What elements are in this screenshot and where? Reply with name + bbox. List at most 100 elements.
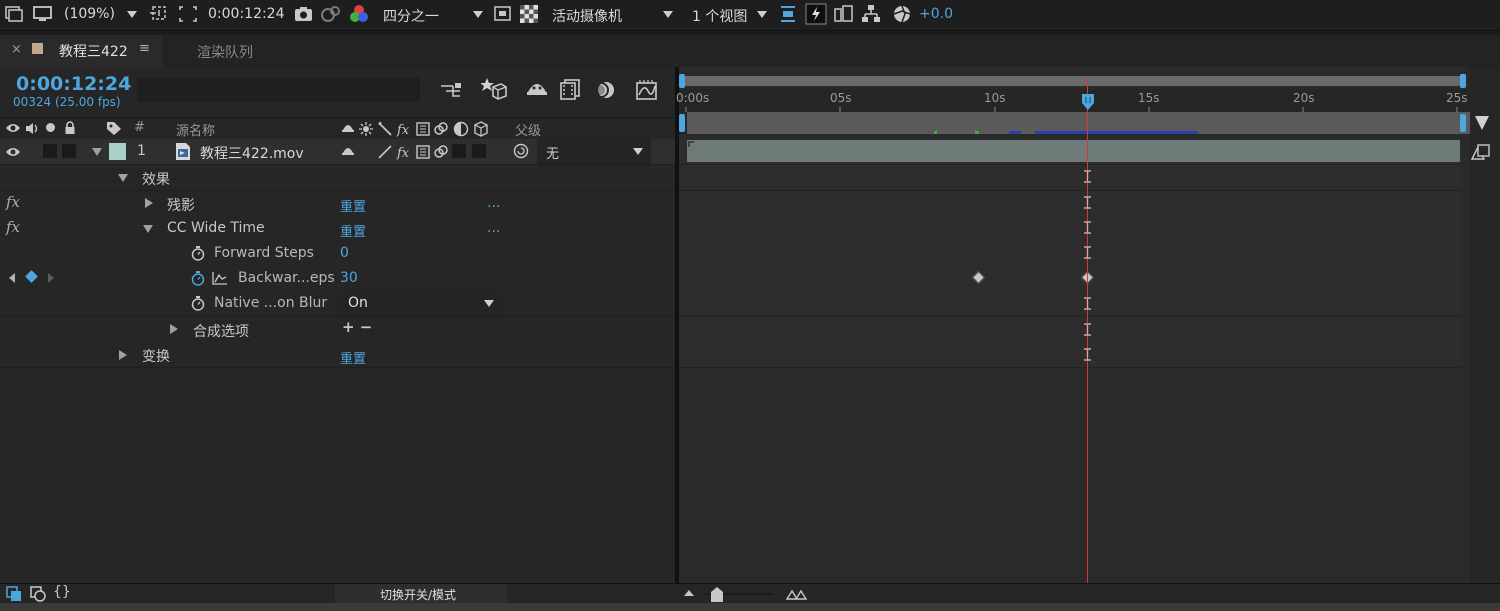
layer-switches-icons[interactable]: fx — [341, 143, 491, 160]
stopwatch-active-icon[interactable] — [191, 271, 205, 286]
draft-3d-icon[interactable] — [481, 77, 507, 101]
native-motion-blur-select[interactable]: On — [338, 291, 502, 316]
monitor-icon[interactable] — [33, 6, 53, 22]
keyframe-marker[interactable] — [972, 271, 985, 284]
flowchart-icon[interactable] — [861, 4, 881, 24]
audio-speaker-icon[interactable] — [25, 122, 41, 135]
fast-draft-icon[interactable] — [805, 3, 827, 25]
snapshot-camera-icon[interactable] — [294, 6, 314, 22]
layer-name[interactable]: 教程三422.mov — [200, 143, 304, 163]
transform-expand-icon[interactable] — [119, 350, 127, 360]
effect-row-echo[interactable]: fx 残影 重置 ... — [0, 191, 675, 217]
time-navigator[interactable] — [679, 74, 1470, 89]
effects-expand-icon[interactable] — [118, 174, 128, 182]
work-area-start-handle[interactable] — [679, 114, 685, 132]
zoom-level[interactable]: (109%) — [64, 6, 115, 22]
forward-steps-value[interactable]: 0 — [340, 245, 349, 261]
resolution-dropdown-icon[interactable] — [473, 11, 483, 18]
pick-whip-icon[interactable] — [513, 143, 529, 159]
layer-row[interactable]: 1 教程三422.mov fx 无 — [0, 139, 675, 165]
frame-blending-icon[interactable] — [560, 79, 582, 101]
checkerboard-icon[interactable] — [520, 5, 538, 23]
backward-steps-value[interactable]: 30 — [340, 270, 358, 286]
timeline-zoom-slider-thumb[interactable] — [710, 587, 724, 603]
camera-dropdown-icon[interactable] — [663, 11, 673, 18]
layer-solo-switch[interactable] — [43, 144, 57, 158]
graph-editor-icon[interactable] — [636, 79, 658, 101]
zoom-dropdown-icon[interactable] — [127, 11, 137, 18]
lock-icon[interactable] — [64, 121, 76, 135]
toggle-switches-modes-button[interactable]: 切换开关/模式 — [335, 584, 507, 604]
time-ruler[interactable]: 0:00s 05s 10s 15s 20s 25s — [676, 89, 1470, 113]
current-time-indicator-handle-icon[interactable] — [1081, 93, 1095, 111]
composite-options-expand-icon[interactable] — [170, 324, 178, 334]
native-motion-blur-dropdown-icon[interactable] — [484, 300, 494, 307]
comp-mini-flowchart-icon[interactable] — [440, 81, 462, 99]
effect-echo-more-link[interactable]: ... — [487, 195, 500, 211]
stopwatch-icon[interactable] — [191, 246, 205, 261]
timeline-scroll-strip[interactable] — [1470, 67, 1500, 583]
add-keyframe-icon[interactable] — [25, 270, 38, 283]
transparency-grid-icon[interactable] — [178, 5, 198, 23]
effect-echo-expand-icon[interactable] — [145, 198, 153, 208]
effect-echo-reset-link[interactable]: 重置 — [340, 196, 366, 215]
navigator-end-handle[interactable] — [1460, 74, 1466, 88]
exposure-reset-icon[interactable] — [892, 4, 912, 24]
view-layout-dropdown-icon[interactable] — [757, 11, 767, 18]
shy-layers-icon[interactable] — [526, 80, 548, 100]
tab-composition[interactable]: × 教程三422 ≡ — [0, 35, 162, 67]
layer-lock-switch[interactable] — [62, 144, 76, 158]
layer-color-label[interactable] — [109, 143, 126, 160]
effects-group-row[interactable]: 效果 — [0, 165, 675, 191]
layer-switches-pane-icon[interactable] — [6, 586, 22, 602]
view-layout-select[interactable]: 1 个视图 — [692, 6, 747, 26]
next-keyframe-icon[interactable] — [48, 273, 54, 283]
timeline-icon[interactable] — [834, 5, 854, 23]
in-out-pane-icon[interactable]: {} — [53, 584, 71, 600]
exposure-value[interactable]: +0.0 — [919, 6, 953, 22]
property-row-native-motion-blur[interactable]: Native ...on Blur On — [0, 291, 675, 317]
comp-button-icon[interactable] — [1470, 143, 1492, 161]
composite-options-add-remove[interactable]: + − — [342, 318, 372, 336]
parent-dropdown-icon[interactable] — [633, 148, 643, 155]
video-switch-eye-icon[interactable] — [5, 122, 21, 134]
zoom-in-icon[interactable] — [786, 588, 808, 600]
property-row-forward-steps[interactable]: Forward Steps 0 — [0, 241, 675, 267]
stopwatch-icon[interactable] — [191, 296, 205, 311]
layer-duration-bar[interactable] — [687, 140, 1460, 162]
layer-visibility-eye-icon[interactable] — [5, 146, 21, 158]
work-area-bar[interactable] — [679, 112, 1470, 134]
camera-select[interactable]: 活动摄像机 — [552, 6, 622, 26]
always-preview-icon[interactable] — [5, 6, 23, 22]
transfer-controls-pane-icon[interactable] — [30, 586, 46, 602]
viewer-timecode[interactable]: 0:00:12:24 — [208, 6, 285, 22]
composite-options-row[interactable]: 合成选项 + − — [0, 317, 675, 343]
close-icon[interactable]: × — [11, 42, 22, 57]
resolution-select[interactable]: 四分之一 — [383, 6, 439, 26]
column-parent-header[interactable]: 父级 — [515, 120, 541, 139]
effect-row-cc-wide-time[interactable]: fx CC Wide Time 重置 ... — [0, 216, 675, 242]
effect-cc-wide-time-more-link[interactable]: ... — [487, 220, 500, 236]
show-snapshot-icon[interactable] — [320, 5, 342, 23]
fx-toggle-icon[interactable]: fx — [6, 218, 20, 236]
work-area-end-handle[interactable] — [1460, 114, 1466, 132]
column-number-header[interactable]: # — [134, 120, 145, 135]
time-navigator-range[interactable] — [683, 76, 1461, 86]
transform-reset-link[interactable]: 重置 — [340, 348, 366, 367]
effect-cc-wide-time-reset-link[interactable]: 重置 — [340, 221, 366, 240]
toggle-pixel-aspect-icon[interactable] — [779, 5, 797, 23]
transform-group-row[interactable]: 变换 重置 — [0, 342, 675, 368]
previous-keyframe-icon[interactable] — [9, 273, 15, 283]
current-time-display[interactable]: 0:00:12:24 — [16, 73, 131, 95]
fx-toggle-icon[interactable]: fx — [6, 193, 20, 211]
tab-render-queue[interactable]: 渲染队列 — [163, 35, 289, 67]
effect-cc-wide-time-expand-icon[interactable] — [143, 225, 153, 233]
motion-blur-icon[interactable] — [594, 80, 616, 100]
layer-expand-icon[interactable] — [92, 148, 102, 156]
solo-icon[interactable] — [46, 123, 55, 132]
property-row-backward-steps[interactable]: Backwar...eps 30 — [0, 266, 675, 292]
fast-preview-icon[interactable] — [494, 6, 512, 22]
region-of-interest-icon[interactable] — [149, 5, 169, 23]
parent-select[interactable]: 无 — [537, 139, 651, 164]
column-source-name-header[interactable]: 源名称 — [176, 120, 215, 139]
